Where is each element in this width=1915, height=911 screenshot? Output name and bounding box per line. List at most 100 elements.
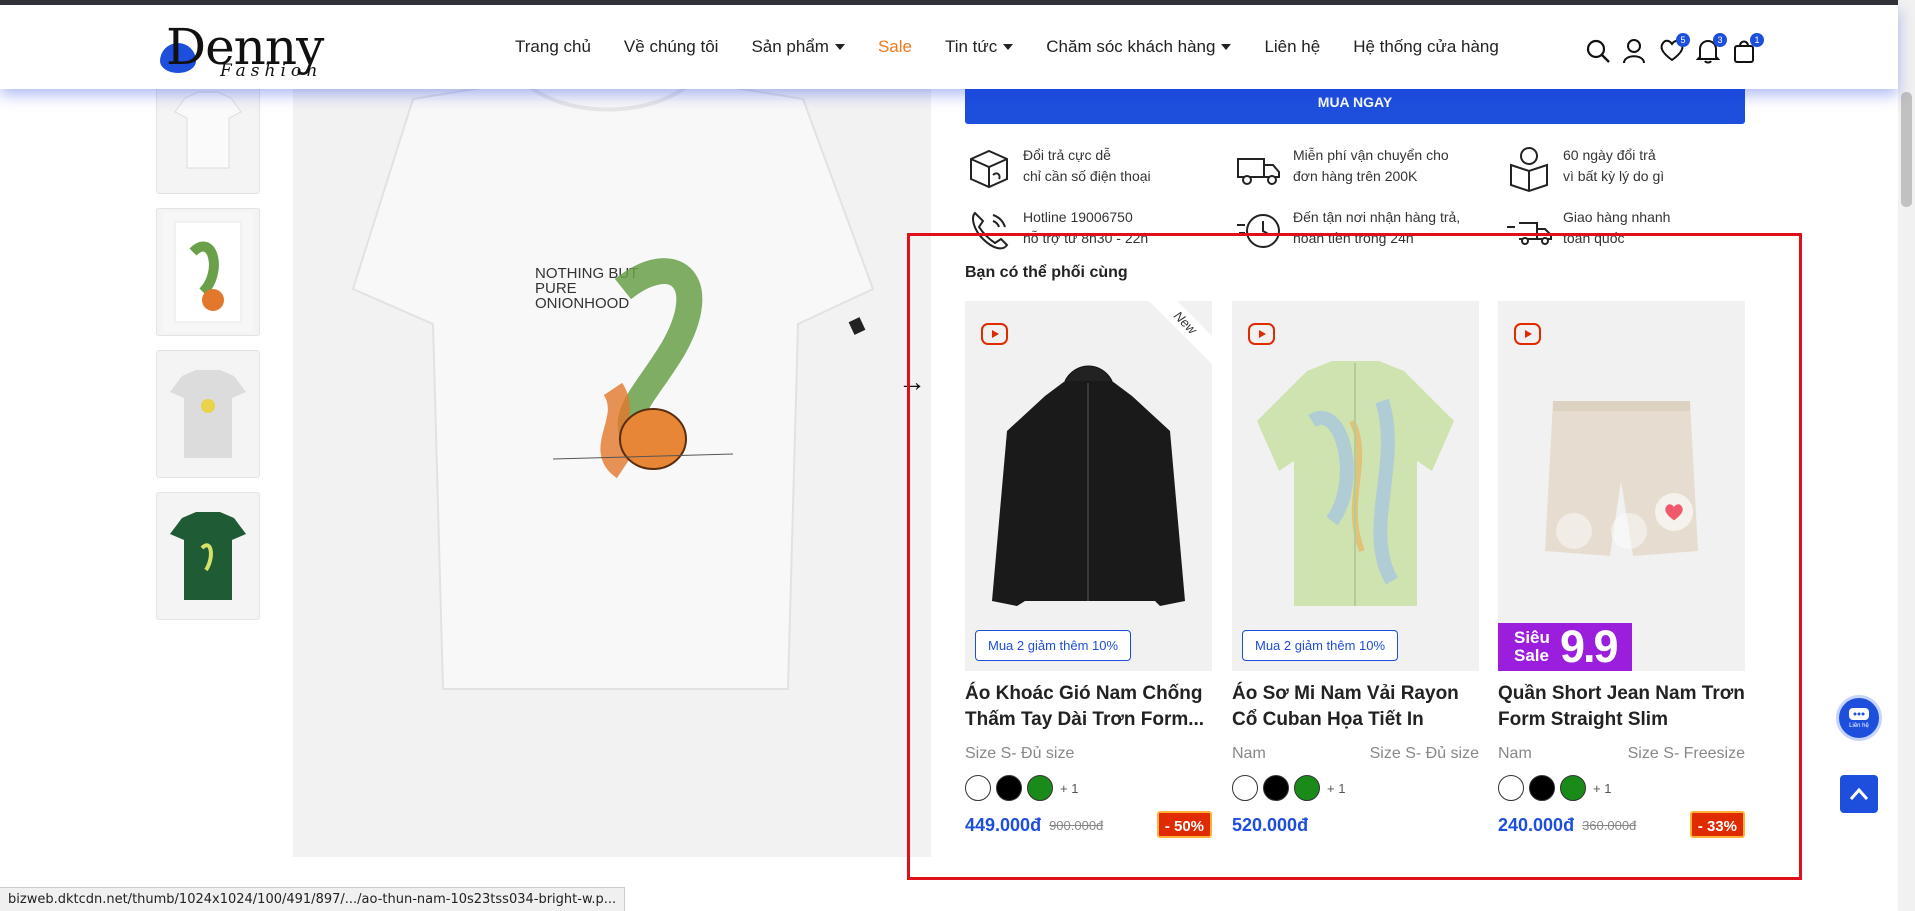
product-meta: Nam Size S- Freesize — [1498, 745, 1745, 763]
feature-60-day-return: 60 ngày đổi trả vì bất kỳ lý do gì — [1505, 145, 1765, 193]
old-price: 900.000đ — [1049, 817, 1104, 833]
nav-label: Trang chủ — [515, 37, 591, 56]
wishlist-badge: 5 — [1676, 33, 1690, 47]
feature-line: Hotline 19006750 — [1023, 209, 1133, 225]
feature-line: chỉ cần số điện thoại — [1023, 168, 1151, 184]
feature-free-shipping: Miễn phí vận chuyển cho đơn hàng trên 200… — [1235, 145, 1495, 193]
product-card[interactable]: Siêu Sale 9.9 Quần Short Jean Nam Trơn Fo… — [1498, 301, 1745, 839]
shirt-image — [1257, 361, 1454, 606]
feature-line: Giao hàng nhanh — [1563, 209, 1671, 225]
back-to-top-button[interactable] — [1840, 775, 1878, 813]
nav-contact[interactable]: Liên hệ — [1264, 37, 1320, 57]
nav-stores[interactable]: Hệ thống cửa hàng — [1353, 37, 1499, 57]
feature-text: 60 ngày đổi trả vì bất kỳ lý do gì — [1563, 145, 1664, 187]
swatch-green[interactable] — [1027, 775, 1053, 801]
swatch-black[interactable] — [996, 775, 1022, 801]
quick-view-icon[interactable] — [1611, 513, 1647, 549]
price-row: 449.000đ 900.000đ - 50% — [965, 811, 1212, 839]
video-play-icon[interactable] — [1514, 323, 1541, 345]
swatch-more[interactable]: + 1 — [1327, 781, 1345, 796]
nav-sale[interactable]: Sale — [878, 37, 912, 57]
box-return-icon — [970, 149, 1008, 189]
video-play-icon[interactable] — [1248, 323, 1275, 345]
swatch-black[interactable] — [1529, 775, 1555, 801]
swatch-more[interactable]: + 1 — [1060, 781, 1078, 796]
nav-about[interactable]: Về chúng tôi — [624, 37, 719, 57]
thumbnail-green-tee[interactable] — [156, 492, 260, 620]
swatch-more[interactable]: + 1 — [1593, 781, 1611, 796]
site-header: Denny Fashion Trang chủ Về chúng tôi Sản… — [0, 5, 1898, 89]
old-price: 360.000đ — [1582, 817, 1637, 833]
feature-pickup-refund: Đến tận nơi nhận hàng trả, hoàn tiền tron… — [1235, 207, 1495, 255]
product-name[interactable]: Quần Short Jean Nam Trơn Form Straight S… — [1498, 681, 1745, 733]
chat-label: Liên hệ — [1849, 723, 1869, 729]
product-size: Size S- Freesize — [1627, 745, 1745, 762]
thumbnail-list — [156, 66, 260, 634]
arrow-right-icon[interactable]: → — [898, 366, 926, 398]
promo-badge: Mua 2 giảm thêm 10% — [1242, 630, 1399, 661]
product-card[interactable]: New Mua 2 giảm thêm 10% Áo Khoác Gió Nam… — [965, 301, 1212, 839]
price: 520.000đ — [1232, 814, 1309, 835]
product-meta: Size S- Đủ size — [965, 745, 1212, 763]
feature-line: vì bất kỳ lý do gì — [1563, 168, 1665, 184]
swatch-black[interactable] — [1263, 775, 1289, 801]
nav-products[interactable]: Sản phẩm — [751, 37, 845, 57]
fast-clock-icon — [1237, 214, 1280, 248]
caret-down-icon — [1003, 44, 1014, 50]
nav-label: Sản phẩm — [751, 37, 829, 56]
user-icon[interactable] — [1622, 38, 1646, 64]
thumbnail-gray-tee[interactable] — [156, 350, 260, 478]
product-size: Size S- Đủ size — [1369, 745, 1479, 762]
feature-line: Đổi trả cực dễ — [1023, 147, 1111, 163]
product-image[interactable]: New Mua 2 giảm thêm 10% — [965, 301, 1212, 671]
super-sale-badge: Siêu Sale 9.9 — [1498, 621, 1632, 671]
product-card[interactable]: Mua 2 giảm thêm 10% Áo Sơ Mi Nam Vải Ray… — [1232, 301, 1479, 839]
price: 449.000đ — [965, 814, 1042, 835]
feature-text: Hotline 19006750 hỗ trợ từ 8h30 - 22h — [1023, 207, 1148, 249]
swatch-green[interactable] — [1560, 775, 1586, 801]
price-row: 240.000đ 360.000đ - 33% — [1498, 811, 1745, 839]
thumbnail-onion-print[interactable] — [156, 208, 260, 336]
feature-fast-delivery: Giao hàng nhanh toàn quốc — [1505, 207, 1765, 255]
logo-subtext: Fashion — [220, 61, 323, 81]
svg-text:ONIONHOOD: ONIONHOOD — [535, 295, 629, 312]
super-sale-number: 9.9 — [1560, 621, 1619, 671]
main-product-image[interactable]: NOTHING BUT PURE ONIONHOOD — [293, 79, 931, 857]
bell-icon[interactable]: 3 — [1695, 33, 1727, 64]
promo-badge: Mua 2 giảm thêm 10% — [975, 630, 1132, 661]
notification-badge: 3 — [1713, 33, 1727, 47]
product-image[interactable]: Mua 2 giảm thêm 10% — [1232, 301, 1479, 671]
swatch-white[interactable] — [965, 775, 991, 801]
color-swatches: + 1 — [1498, 775, 1745, 801]
nav-news[interactable]: Tin tức — [945, 37, 1014, 57]
scrollbar-thumb[interactable] — [1901, 92, 1912, 207]
nav-home[interactable]: Trang chủ — [515, 37, 591, 57]
heart-icon[interactable] — [1655, 493, 1693, 531]
bag-icon[interactable]: 1 — [1733, 33, 1764, 64]
swatch-white[interactable] — [1232, 775, 1258, 801]
feature-line: hoàn tiền trong 24h — [1293, 230, 1414, 246]
nav-label: Liên hệ — [1264, 37, 1321, 56]
chat-icon — [1849, 708, 1869, 720]
feature-line: Đến tận nơi nhận hàng trả, — [1293, 209, 1461, 225]
search-icon[interactable] — [1585, 38, 1610, 64]
swatch-green[interactable] — [1294, 775, 1320, 801]
product-image[interactable]: Siêu Sale 9.9 — [1498, 301, 1745, 671]
header-icons: 5 3 1 — [1585, 33, 1764, 64]
swatch-white[interactable] — [1498, 775, 1524, 801]
feature-line: hỗ trợ từ 8h30 - 22h — [1023, 230, 1149, 246]
open-box-icon — [1510, 147, 1548, 193]
video-play-icon[interactable] — [981, 323, 1008, 345]
product-name[interactable]: Áo Sơ Mi Nam Vải Rayon Cổ Cuban Họa Tiết… — [1232, 681, 1479, 733]
logo[interactable]: Denny Fashion — [158, 21, 324, 81]
product-size: Size S- Đủ size — [965, 745, 1075, 762]
feature-line: đơn hàng trên 200K — [1293, 168, 1418, 184]
sliders-icon[interactable] — [1556, 513, 1592, 549]
nav-label: Sale — [877, 37, 912, 56]
nav-customer-care[interactable]: Chăm sóc khách hàng — [1046, 37, 1232, 57]
heart-icon[interactable]: 5 — [1659, 33, 1690, 64]
chat-button[interactable]: Liên hệ — [1836, 695, 1882, 741]
product-meta: Nam Size S- Đủ size — [1232, 745, 1479, 763]
product-name[interactable]: Áo Khoác Gió Nam Chống Thấm Tay Dài Trơn… — [965, 681, 1212, 733]
feature-line: 60 ngày đổi trả — [1563, 147, 1656, 163]
